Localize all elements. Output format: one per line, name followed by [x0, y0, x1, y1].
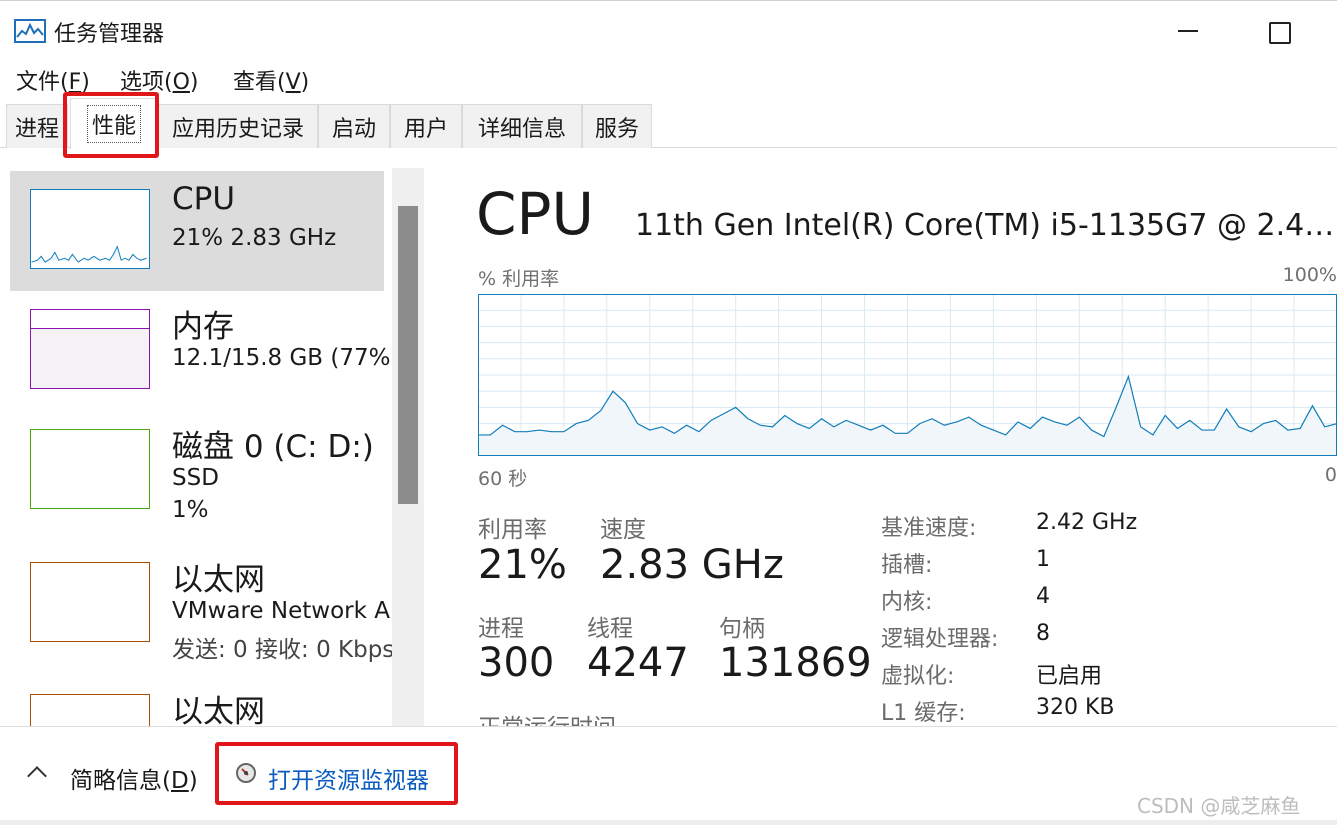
spec-base-speed-key: 基准速度:	[881, 516, 977, 541]
graph-y-label: % 利用率	[478, 268, 560, 290]
menu-view-label: 查看(	[233, 70, 286, 95]
tab-app-history-label: 应用历史记录	[171, 116, 304, 142]
sidebar-memory-usage: 12.1/15.8 GB (77%)	[172, 345, 400, 371]
tab-processes-label: 进程	[14, 116, 59, 142]
cpu-detail-panel: CPU 11th Gen Intel(R) Core(TM) i5-1135G7…	[430, 148, 1337, 726]
sidebar-disk-type: SSD	[172, 465, 219, 491]
menu-options-accel: O	[172, 70, 190, 95]
cpu-utilization-graph	[478, 294, 1337, 456]
menu-view-accel: V	[285, 70, 301, 95]
task-manager-icon	[14, 19, 46, 43]
sidebar-cpu-name: CPU	[172, 181, 236, 217]
minimize-button[interactable]	[1168, 11, 1208, 51]
spec-base-speed-value: 2.42 GHz	[1036, 510, 1138, 535]
tab-performance-label: 性能	[86, 105, 141, 143]
spec-cores-value: 4	[1036, 584, 1050, 609]
watermark-text: CSDN @咸芝麻鱼	[1137, 794, 1301, 818]
sidebar-item-memory[interactable]: 内存 12.1/15.8 GB (77%)	[10, 291, 399, 411]
open-resource-monitor-link[interactable]: 打开资源监视器	[268, 761, 429, 795]
sidebar-disk-name: 磁盘 0 (C: D:)	[172, 429, 374, 465]
tab-bar: 进程 性能 应用历史记录 启动 用户 详细信息 服务	[0, 98, 1337, 149]
spec-virtualization-key: 虚拟化:	[881, 664, 955, 689]
menu-bar: 文件(F) 选项(O) 查看(V)	[0, 60, 1337, 98]
sidebar-ethernet-1-name: 以太网	[172, 562, 265, 598]
maximize-button[interactable]	[1258, 11, 1298, 51]
tab-startup-label: 启动	[331, 116, 376, 142]
sidebar-disk-usage: 1%	[172, 497, 209, 523]
spec-cores-key: 内核:	[881, 590, 933, 615]
tab-details-label: 详细信息	[477, 116, 566, 142]
sidebar-item-ethernet-2[interactable]: 以太网	[10, 676, 384, 726]
spec-sockets-value: 1	[1036, 547, 1050, 572]
menu-options-label: 选项(	[120, 70, 173, 95]
tab-users-label: 用户	[403, 116, 448, 142]
fewer-details-end: )	[188, 768, 198, 794]
speed-label: 速度	[600, 517, 646, 543]
graph-max-label: 100%	[1282, 264, 1337, 286]
sidebar-ethernet-2-name: 以太网	[172, 694, 265, 726]
panel-title: CPU	[476, 180, 594, 248]
sidebar-scrollbar[interactable]	[392, 168, 424, 726]
spec-l1-cache-value: 320 KB	[1036, 695, 1115, 720]
sidebar-item-disk[interactable]: 磁盘 0 (C: D:) SSD 1%	[10, 411, 384, 531]
tab-startup[interactable]: 启动	[318, 104, 390, 148]
handles-label: 句柄	[719, 616, 765, 642]
resource-monitor-icon	[236, 763, 256, 783]
tab-performance[interactable]: 性能	[70, 98, 158, 149]
threads-value: 4247	[587, 640, 689, 686]
spec-logical-processors-value: 8	[1036, 621, 1050, 646]
tab-users[interactable]: 用户	[390, 104, 462, 148]
menu-view-end: )	[300, 70, 310, 95]
menu-view[interactable]: 查看(V)	[233, 64, 309, 96]
chevron-up-icon[interactable]	[27, 766, 47, 786]
sidebar-memory-name: 内存	[172, 309, 234, 345]
window-title: 任务管理器	[54, 22, 165, 47]
tab-services-label: 服务	[594, 116, 639, 142]
utilization-value: 21%	[478, 542, 567, 588]
graph-time-label: 60 秒	[478, 468, 528, 490]
sidebar-ethernet-1-adapter: VMware Network A	[172, 598, 390, 624]
fewer-details-button[interactable]: 简略信息(D)	[70, 761, 198, 795]
processes-label: 进程	[478, 616, 524, 642]
menu-file-label: 文件(	[16, 70, 69, 95]
menu-file[interactable]: 文件(F)	[16, 64, 90, 96]
graph-zero-label: 0	[1324, 464, 1337, 486]
handles-value: 131869	[719, 640, 872, 686]
sidebar-item-ethernet-1[interactable]: 以太网 VMware Network A 发送: 0 接收: 0 Kbps	[10, 544, 394, 664]
menu-file-accel: F	[68, 70, 82, 95]
tab-app-history[interactable]: 应用历史记录	[158, 104, 318, 148]
threads-label: 线程	[587, 616, 633, 642]
ethernet-2-thumbnail-graph	[30, 694, 150, 726]
memory-thumbnail-graph	[30, 309, 150, 389]
window-bottom-edge	[0, 820, 1337, 825]
speed-value: 2.83 GHz	[600, 542, 784, 588]
sidebar-cpu-usage: 21% 2.83 GHz	[172, 225, 337, 251]
disk-thumbnail-graph	[30, 429, 150, 509]
ethernet-thumbnail-graph	[30, 562, 150, 642]
cpu-thumbnail-graph	[30, 189, 150, 269]
sidebar-item-cpu[interactable]: CPU 21% 2.83 GHz	[10, 171, 384, 291]
uptime-label: 正常运行时间	[478, 708, 616, 726]
spec-logical-processors-key: 逻辑处理器:	[881, 627, 999, 652]
tab-services[interactable]: 服务	[582, 104, 652, 148]
tab-processes[interactable]: 进程	[6, 104, 68, 148]
fewer-details-label: 简略信息(	[70, 768, 171, 794]
tab-details[interactable]: 详细信息	[462, 104, 582, 148]
menu-options[interactable]: 选项(O)	[120, 64, 199, 96]
sidebar-scroll-thumb[interactable]	[398, 206, 418, 504]
resource-sidebar: CPU 21% 2.83 GHz 内存 12.1/15.8 GB (77%) 磁…	[0, 148, 430, 726]
processes-value: 300	[478, 640, 555, 686]
cpu-model-name: 11th Gen Intel(R) Core(TM) i5-1135G7 @ 2…	[635, 208, 1335, 243]
fewer-details-accel: D	[170, 768, 189, 794]
utilization-label: 利用率	[478, 517, 547, 543]
title-bar: 任务管理器	[0, 0, 1337, 60]
menu-file-end: )	[81, 70, 90, 95]
spec-l1-cache-key: L1 缓存:	[881, 701, 966, 726]
spec-sockets-key: 插槽:	[881, 553, 933, 578]
menu-options-end: )	[189, 70, 199, 95]
spec-virtualization-value: 已启用	[1036, 664, 1103, 689]
sidebar-ethernet-1-throughput: 发送: 0 接收: 0 Kbps	[172, 637, 395, 663]
